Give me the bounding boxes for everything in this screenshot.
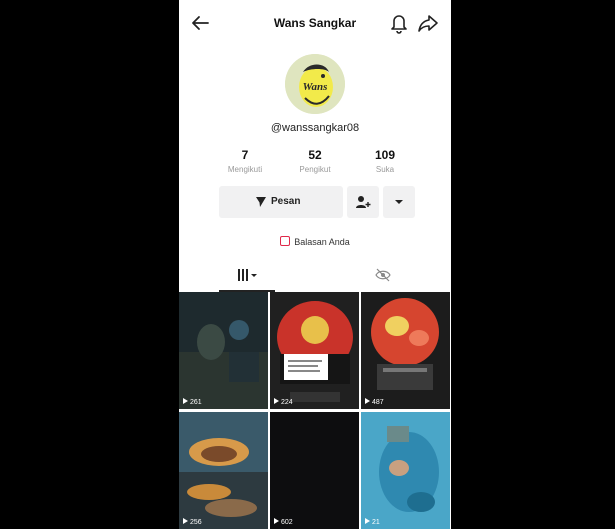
video-thumbnail-image (361, 412, 450, 529)
stat-followers-label: Pengikut (299, 165, 331, 174)
video-thumbnail-image (179, 292, 268, 409)
video-thumbnail-image (270, 412, 359, 529)
caret-down-icon (395, 200, 403, 204)
stat-following-value: 7 (241, 148, 249, 162)
stat-likes[interactable]: 109 Suka (355, 148, 415, 174)
username: @wanssangkar08 (270, 122, 360, 134)
view-count: 224 (274, 398, 293, 406)
tab-videos[interactable] (219, 262, 275, 292)
view-count: 261 (183, 398, 202, 406)
stat-following-label: Mengikuti (227, 165, 263, 174)
share-icon[interactable] (417, 12, 439, 34)
tab-liked[interactable] (355, 262, 411, 290)
message-button[interactable]: Pesan (219, 186, 343, 218)
reply-label: Balasan Anda (294, 237, 350, 247)
video-thumbnail[interactable]: 261 (179, 292, 268, 409)
stat-followers[interactable]: 52 Pengikut (285, 148, 345, 174)
view-count: 256 (183, 518, 202, 526)
message-button-label: Pesan (271, 196, 301, 207)
reply-link[interactable]: Balasan Anda (179, 236, 451, 247)
video-thumbnail[interactable]: 21 (361, 412, 450, 529)
view-count: 487 (365, 398, 384, 406)
profile-screen: Wans Sangkar Wans @wanssangkar08 7 Mengi… (179, 0, 451, 529)
video-thumbnail-image (270, 292, 359, 409)
follow-user-button[interactable] (347, 186, 379, 218)
stat-followers-value: 52 (308, 148, 322, 162)
avatar-logo-icon: Wans (285, 54, 345, 114)
page-title: Wans Sangkar (273, 16, 357, 30)
stat-following[interactable]: 7 Mengikuti (215, 148, 275, 174)
grid-icon (238, 269, 257, 281)
view-count: 602 (274, 518, 293, 526)
more-options-button[interactable] (383, 186, 415, 218)
video-thumbnail-image (361, 292, 450, 409)
video-grid: 261 224 487 256 602 21 (179, 292, 451, 529)
avatar[interactable]: Wans (285, 54, 345, 114)
eye-off-icon (375, 268, 391, 282)
avatar-logo-text: Wans (303, 81, 328, 93)
view-count: 21 (365, 518, 380, 526)
stat-likes-label: Suka (375, 165, 395, 174)
video-thumbnail[interactable]: 224 (270, 292, 359, 409)
bell-icon[interactable] (389, 12, 409, 34)
user-add-icon (356, 196, 371, 208)
reply-icon (280, 236, 291, 246)
stat-likes-value: 109 (374, 148, 396, 162)
video-thumbnail[interactable]: 602 (270, 412, 359, 529)
video-thumbnail-image (179, 412, 268, 529)
video-thumbnail[interactable]: 487 (361, 292, 450, 409)
top-bar: Wans Sangkar (179, 0, 451, 46)
video-thumbnail[interactable]: 256 (179, 412, 268, 529)
send-icon (256, 197, 266, 207)
